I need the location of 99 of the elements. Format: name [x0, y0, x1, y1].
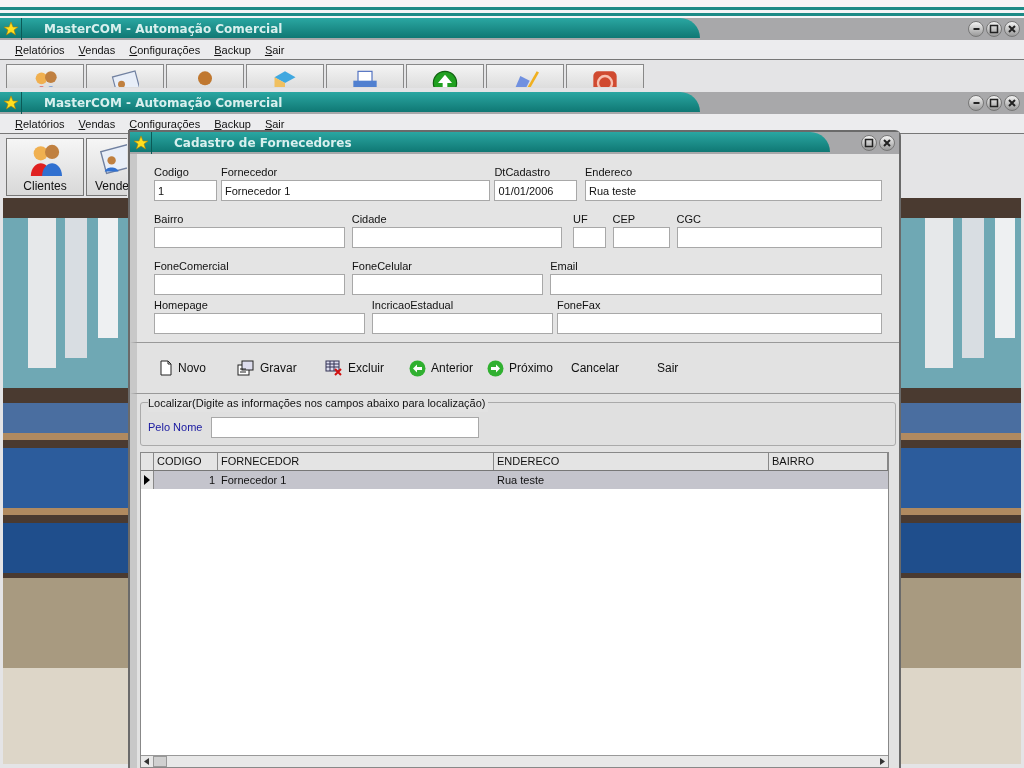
field-label: IncricaoEstadual — [371, 298, 455, 313]
input-field[interactable] — [371, 313, 553, 334]
page-icon — [159, 360, 173, 376]
maximize-icon — [988, 97, 1000, 109]
input-field[interactable] — [573, 227, 606, 248]
scroll-thumb[interactable] — [153, 756, 167, 767]
input-field[interactable] — [154, 227, 345, 248]
close-button[interactable] — [879, 135, 895, 151]
maximize-icon — [863, 137, 875, 149]
menu-item[interactable]: Vendas — [78, 117, 116, 130]
field-label: Bairro — [154, 212, 185, 227]
menu-item[interactable]: Backup — [214, 43, 251, 56]
table-delete-icon — [325, 360, 343, 376]
column-header[interactable]: BAIRRO — [769, 453, 888, 470]
toolbar-button[interactable] — [486, 64, 564, 88]
field-label: Endereco — [585, 165, 634, 180]
close-button[interactable] — [1004, 95, 1020, 111]
minimize-icon — [972, 28, 980, 30]
minimize-icon — [972, 102, 980, 104]
table-cell-text: 1 — [207, 473, 216, 488]
close-icon — [1006, 23, 1018, 35]
window-title: MasterCOM - Automação Comercial — [44, 95, 283, 112]
table-row[interactable]: 1 Fornecedor 1 Rua teste — [141, 471, 888, 489]
input-field[interactable]: 1 — [154, 180, 217, 201]
close-icon — [1006, 97, 1018, 109]
field-label: Fornecedor — [220, 165, 279, 180]
input-field[interactable] — [352, 274, 544, 295]
toolbar-button[interactable]: Vende — [86, 138, 127, 196]
id-card-icon — [111, 69, 139, 87]
input-field[interactable] — [154, 274, 346, 295]
toolbar-button[interactable]: Próximo — [487, 354, 571, 382]
input-field[interactable] — [612, 227, 670, 248]
maximize-button[interactable] — [986, 21, 1002, 37]
field-label: Pelo Nome — [148, 419, 203, 435]
toolbar-button[interactable] — [326, 64, 404, 88]
input-field[interactable] — [550, 274, 882, 295]
menu-item[interactable]: Vendas — [78, 43, 116, 56]
document-icon — [237, 360, 255, 376]
field-label: Cidade — [351, 212, 388, 227]
input-field[interactable]: 01/01/2006 — [494, 180, 577, 201]
input-field[interactable] — [676, 227, 882, 248]
menu-item[interactable]: Backup — [214, 117, 251, 130]
table-cell-text: Rua teste — [496, 473, 546, 488]
maximize-icon — [988, 23, 1000, 35]
input-field[interactable] — [351, 227, 563, 248]
toolbar-button[interactable] — [6, 64, 84, 88]
column-header[interactable]: FORNECEDOR — [218, 453, 494, 470]
star-icon — [2, 95, 19, 111]
menu-item[interactable]: Sair — [264, 43, 285, 56]
menu-item[interactable]: Configurações — [129, 43, 201, 56]
field-label: FoneComercial — [154, 259, 230, 274]
people-icon — [28, 142, 62, 176]
toolbar-button[interactable]: Cancelar — [571, 354, 657, 382]
toolbar-button[interactable]: Sair — [657, 354, 717, 382]
toolbar-button[interactable] — [246, 64, 324, 88]
window-title: Cadastro de Fornecedores — [174, 135, 352, 152]
field-label: Codigo — [154, 165, 190, 180]
search-field[interactable] — [211, 416, 480, 438]
toolbar-button[interactable]: Gravar — [237, 354, 325, 382]
minimize-button[interactable] — [968, 21, 984, 37]
toolbar-button[interactable] — [566, 64, 644, 88]
menu-item[interactable]: Relatórios — [15, 43, 65, 56]
field-label: Homepage — [154, 298, 209, 313]
toolbar-button[interactable] — [86, 64, 164, 88]
window-title: MasterCOM - Automação Comercial — [44, 21, 283, 38]
menu-item[interactable]: Relatórios — [15, 117, 65, 130]
field-label: DtCadastro — [494, 165, 552, 180]
field-label: FoneFax — [557, 298, 602, 313]
minimize-button[interactable] — [968, 95, 984, 111]
close-button[interactable] — [1004, 21, 1020, 37]
toolbar-button[interactable]: Anterior — [409, 354, 487, 382]
toolbar-button[interactable] — [406, 64, 484, 88]
field-label: CEP — [612, 212, 637, 227]
input-field[interactable] — [154, 313, 365, 334]
toolbar-button[interactable] — [166, 64, 244, 88]
field-label: UF — [573, 212, 589, 227]
column-header[interactable]: ENDERECO — [494, 453, 769, 470]
input-field[interactable] — [557, 313, 882, 334]
close-icon — [881, 137, 893, 149]
column-header[interactable]: CODIGO — [154, 453, 218, 470]
toolbar-button[interactable]: Clientes — [6, 138, 84, 196]
printer-icon — [351, 69, 379, 87]
row-pointer-icon — [144, 475, 150, 485]
menu-item[interactable]: Sair — [264, 117, 285, 130]
input-field[interactable]: Rua teste — [585, 180, 882, 201]
field-label: CGC — [676, 212, 702, 227]
input-field[interactable]: Fornecedor 1 — [220, 180, 491, 201]
toolbar-button[interactable]: Excluir — [325, 354, 409, 382]
field-label: FoneCelular — [352, 259, 413, 274]
horizontal-scrollbar[interactable] — [141, 755, 888, 767]
stop-icon — [591, 69, 619, 87]
field-label: Email — [550, 259, 579, 274]
maximize-button[interactable] — [861, 135, 877, 151]
toolbar-button[interactable]: Novo — [159, 354, 237, 382]
maximize-button[interactable] — [986, 95, 1002, 111]
star-icon — [132, 135, 149, 151]
menu-item[interactable]: Configurações — [129, 117, 201, 130]
star-icon — [2, 21, 19, 37]
table-cell-text: Fornecedor 1 — [220, 473, 288, 488]
